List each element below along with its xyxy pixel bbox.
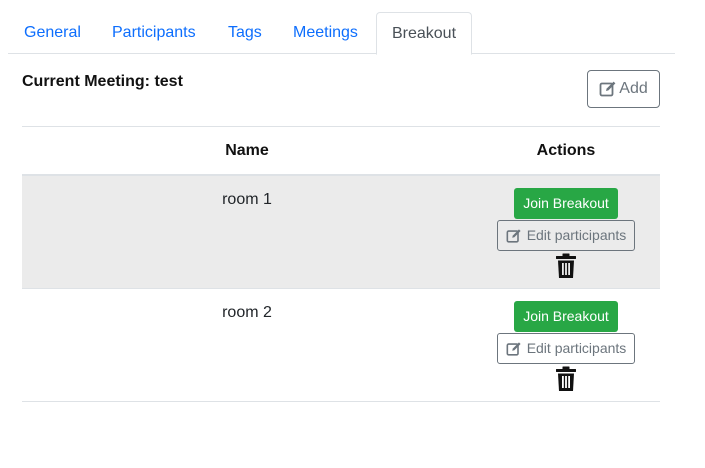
row-actions: Join Breakout Edit participants	[472, 301, 660, 392]
table-header: Name Actions	[22, 126, 660, 176]
edit-icon	[506, 228, 521, 243]
table-row: room 2 Join Breakout Edit participants	[22, 289, 660, 402]
row-actions: Join Breakout Edit participants	[472, 188, 660, 279]
edit-icon	[599, 81, 616, 97]
add-button-label: Add	[619, 80, 648, 97]
edit-participants-button[interactable]: Edit participants	[496, 333, 636, 364]
trash-icon[interactable]	[555, 366, 577, 392]
tab-meetings[interactable]: Meetings	[293, 12, 358, 54]
trash-icon[interactable]	[555, 253, 577, 279]
add-button[interactable]: Add	[587, 70, 660, 108]
column-header-actions: Actions	[536, 142, 596, 159]
table-row: room 1 Join Breakout Edit participants	[22, 176, 660, 289]
edit-participants-label: Edit participants	[526, 227, 627, 243]
current-meeting-title: Current Meeting: test	[22, 73, 183, 90]
tab-tags[interactable]: Tags	[228, 12, 262, 54]
join-breakout-button[interactable]: Join Breakout	[514, 301, 618, 332]
edit-participants-button[interactable]: Edit participants	[496, 220, 636, 251]
tab-general[interactable]: General	[24, 12, 81, 54]
join-breakout-button[interactable]: Join Breakout	[514, 188, 618, 219]
tab-breakout[interactable]: Breakout	[376, 12, 472, 55]
breakout-page: General Participants Tags Meetings Break…	[0, 0, 705, 468]
edit-icon	[506, 341, 521, 356]
breakout-table: Name Actions room 1 Join Breakout Edit p…	[22, 126, 660, 402]
room-name: room 2	[222, 304, 272, 321]
tab-bar: General Participants Tags Meetings Break…	[8, 12, 675, 55]
edit-participants-label: Edit participants	[526, 340, 627, 356]
tab-participants[interactable]: Participants	[112, 12, 196, 54]
column-header-name: Name	[225, 142, 269, 159]
room-name: room 1	[222, 191, 272, 208]
